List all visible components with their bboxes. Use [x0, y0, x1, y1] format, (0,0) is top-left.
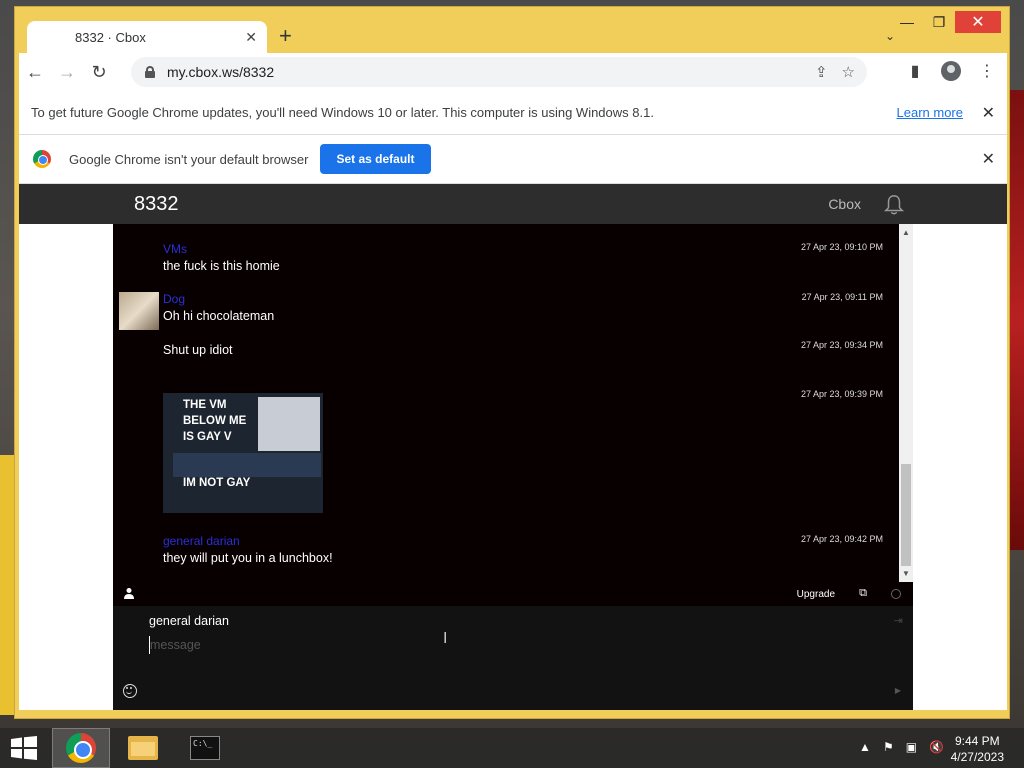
- tab-title: 8332 · Cbox: [75, 29, 146, 45]
- profile-icon: [941, 61, 961, 81]
- address-bar[interactable]: my.cbox.ws/8332 ⇪ ☆: [131, 57, 867, 87]
- chat-box: VMs the fuck is this homie 27 Apr 23, 09…: [113, 224, 913, 710]
- taskbar-file-explorer[interactable]: [114, 728, 172, 768]
- list-item: THE VM BELOW ME IS GAY V IM NOT GAY 27 A…: [163, 389, 889, 513]
- message-text: they will put you in a lunchbox!: [163, 551, 333, 565]
- url-text: my.cbox.ws/8332: [167, 64, 275, 80]
- list-item: general darian they will put you in a lu…: [163, 534, 889, 565]
- forward-arrow-icon[interactable]: →: [51, 56, 83, 88]
- close-window-icon[interactable]: ✕: [955, 11, 1001, 33]
- folder-icon: [128, 736, 158, 760]
- image-screen-region: [258, 397, 320, 451]
- message-timestamp: 27 Apr 23, 09:39 PM: [800, 389, 883, 399]
- message-username[interactable]: general darian: [163, 534, 889, 548]
- reload-icon[interactable]: ↻: [83, 56, 115, 88]
- tab-close-icon[interactable]: ✕: [245, 29, 257, 46]
- status-circle-icon[interactable]: [891, 589, 901, 599]
- login-icon[interactable]: ⇥: [894, 614, 903, 627]
- set-as-default-button[interactable]: Set as default: [320, 144, 431, 174]
- profile-avatar[interactable]: [937, 57, 965, 85]
- message-text: Shut up idiot: [163, 343, 233, 357]
- taskbar-chrome[interactable]: [52, 728, 110, 768]
- chat-toolbar: Upgrade ⧉: [113, 582, 913, 606]
- external-link-icon[interactable]: ⧉: [859, 587, 867, 600]
- message-input[interactable]: [149, 636, 849, 654]
- tab-cbox[interactable]: 8332 · Cbox ✕: [27, 21, 267, 53]
- message-timestamp: 27 Apr 23, 09:42 PM: [800, 534, 883, 544]
- message-text: the fuck is this homie: [163, 259, 280, 273]
- message-username[interactable]: Dog: [163, 292, 889, 306]
- upgrade-link[interactable]: Upgrade: [797, 589, 835, 600]
- close-infobar-icon[interactable]: ✕: [982, 103, 995, 123]
- cbox-header: 8332 Cbox: [19, 184, 1007, 224]
- avatar: [119, 292, 159, 330]
- chrome-logo-icon: [33, 150, 51, 168]
- windows-taskbar: C:\_ ▲ ⚑ ▣ 🔇 9:44 PM 4/27/2023: [0, 728, 1024, 768]
- menu-kebab-icon[interactable]: ⋮: [973, 57, 1001, 85]
- clock-date: 4/27/2023: [950, 750, 1004, 764]
- window-controls: — ❐ ✕: [891, 11, 1001, 33]
- browser-window: 8332 · Cbox ✕ + ⌄ — ❐ ✕ ← → ↻ my.cbox.ws…: [14, 6, 1010, 719]
- update-message: To get future Google Chrome updates, you…: [31, 105, 654, 120]
- taskbar-command-prompt[interactable]: C:\_: [176, 728, 234, 768]
- default-browser-message: Google Chrome isn't your default browser: [69, 151, 309, 167]
- scroll-down-icon[interactable]: ▼: [902, 569, 910, 578]
- action-center-flag-icon[interactable]: ⚑: [883, 740, 894, 754]
- tab-bar: 8332 · Cbox ✕ + ⌄: [15, 7, 1009, 53]
- volume-muted-icon[interactable]: 🔇: [929, 740, 944, 754]
- windows-start-icon[interactable]: [10, 736, 38, 760]
- user-icon[interactable]: [123, 587, 135, 599]
- tray-expand-icon[interactable]: ▲: [859, 740, 871, 754]
- page-content: 8332 Cbox VMs the fuck is this homie 27 …: [19, 184, 1007, 710]
- network-icon[interactable]: ▣: [906, 740, 917, 754]
- list-item: Shut up idiot 27 Apr 23, 09:34 PM: [163, 340, 889, 357]
- message-timestamp: 27 Apr 23, 09:10 PM: [800, 242, 883, 252]
- message-scrollbar[interactable]: ▲ ▼: [899, 224, 913, 582]
- close-default-infobar-icon[interactable]: ✕: [982, 149, 995, 169]
- emoji-smiley-icon[interactable]: [123, 684, 137, 698]
- bell-icon[interactable]: [883, 193, 905, 217]
- lock-icon[interactable]: [145, 66, 155, 78]
- list-item: VMs the fuck is this homie 27 Apr 23, 09…: [163, 242, 889, 273]
- message-text: Oh hi chocolateman: [163, 309, 275, 323]
- learn-more-link[interactable]: Learn more: [897, 105, 963, 120]
- image-caption-bottom: IM NOT GAY: [183, 477, 251, 489]
- terminal-icon: C:\_: [190, 736, 220, 760]
- message-list[interactable]: VMs the fuck is this homie 27 Apr 23, 09…: [113, 224, 899, 582]
- default-browser-infobar: Google Chrome isn't your default browser…: [19, 135, 1007, 184]
- send-arrow-icon[interactable]: ▶: [895, 686, 901, 695]
- image-caption-top: THE VM BELOW ME IS GAY V: [183, 399, 247, 443]
- browser-toolbar: ← → ↻ my.cbox.ws/8332 ⇪ ☆ ▮ ⋮: [19, 53, 1007, 91]
- bookmark-star-icon[interactable]: ☆: [842, 63, 855, 81]
- scroll-up-icon[interactable]: ▲: [902, 228, 910, 237]
- maximize-icon[interactable]: ❐: [923, 11, 955, 33]
- share-icon[interactable]: ⇪: [815, 63, 828, 81]
- message-timestamp: 27 Apr 23, 09:34 PM: [800, 340, 883, 350]
- compose-area: general darian ⇥ I ▶: [113, 606, 913, 710]
- clock-time: 9:44 PM: [954, 734, 1000, 748]
- minimize-icon[interactable]: —: [891, 11, 923, 33]
- back-arrow-icon[interactable]: ←: [19, 56, 51, 88]
- taskbar-clock[interactable]: 9:44 PM 4/27/2023: [951, 733, 1004, 765]
- system-tray: ▲ ⚑ ▣ 🔇: [859, 740, 944, 754]
- text-cursor-icon: I: [443, 630, 448, 647]
- page-title: 8332: [134, 193, 179, 215]
- update-infobar: To get future Google Chrome updates, you…: [19, 91, 1007, 135]
- chrome-icon: [66, 733, 96, 763]
- image-screen-region: [173, 453, 321, 477]
- cbox-brand-link[interactable]: Cbox: [828, 196, 861, 212]
- list-item: Dog Oh hi chocolateman 27 Apr 23, 09:11 …: [163, 292, 889, 323]
- meme-image[interactable]: THE VM BELOW ME IS GAY V IM NOT GAY: [163, 393, 323, 513]
- message-timestamp: 27 Apr 23, 09:11 PM: [801, 292, 883, 302]
- scroll-thumb[interactable]: [901, 464, 911, 566]
- compose-username[interactable]: general darian: [149, 614, 229, 628]
- side-panel-icon[interactable]: ▮: [901, 57, 929, 85]
- message-username[interactable]: VMs: [163, 242, 889, 256]
- new-tab-button[interactable]: +: [279, 25, 292, 47]
